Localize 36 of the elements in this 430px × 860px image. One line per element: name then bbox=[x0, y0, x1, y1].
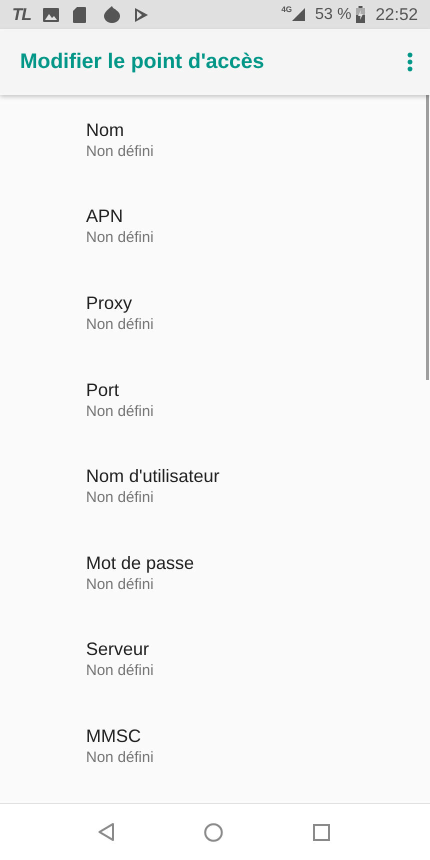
setting-value: Non défini bbox=[86, 574, 155, 595]
setting-item[interactable]: APN Non défini bbox=[0, 182, 426, 268]
app-logo: TL bbox=[12, 4, 32, 26]
setting-title: Proxy bbox=[86, 292, 134, 315]
setting-title: Nom bbox=[86, 118, 126, 142]
setting-value: Non défini bbox=[86, 488, 155, 508]
sd-card-icon bbox=[73, 6, 86, 22]
setting-item[interactable]: Mot de passe Non défini bbox=[0, 528, 426, 615]
battery-percent: 53 % bbox=[314, 4, 352, 24]
setting-item[interactable]: Nom d'utilisateur Non défini bbox=[0, 441, 426, 528]
setting-title: Serveur bbox=[86, 638, 150, 662]
setting-title: Nom d'utilisateur bbox=[86, 465, 220, 488]
setting-title: Mot de passe bbox=[86, 552, 196, 575]
setting-item[interactable]: Proxy Non défini bbox=[0, 268, 426, 355]
home-icon[interactable] bbox=[204, 822, 223, 842]
setting-value: Non défini bbox=[86, 314, 155, 335]
setting-item[interactable]: MMSC Non défini bbox=[0, 701, 426, 788]
clock: 22:52 bbox=[375, 4, 418, 26]
setting-item[interactable]: Port Non défini bbox=[0, 354, 426, 442]
page-title: Modifier le point d'accès bbox=[20, 49, 266, 76]
setting-value: Non défini bbox=[86, 142, 155, 162]
recents-icon[interactable] bbox=[313, 824, 330, 840]
signal-icon bbox=[292, 8, 305, 21]
network-type: 4G bbox=[281, 4, 292, 16]
setting-value: Non défini bbox=[86, 661, 155, 682]
setting-title: Port bbox=[86, 378, 120, 402]
battery-icon bbox=[356, 6, 366, 23]
setting-title: MMSC bbox=[86, 724, 142, 748]
image-icon bbox=[43, 8, 60, 22]
setting-item[interactable]: Nom Non défini bbox=[0, 95, 426, 182]
setting-title: APN bbox=[86, 205, 124, 228]
setting-value: Non défini bbox=[86, 748, 155, 768]
setting-value: Non défini bbox=[86, 228, 155, 248]
back-icon[interactable] bbox=[98, 823, 114, 841]
setting-item[interactable]: Serveur Non défini bbox=[0, 614, 426, 702]
setting-value: Non défini bbox=[86, 402, 155, 422]
